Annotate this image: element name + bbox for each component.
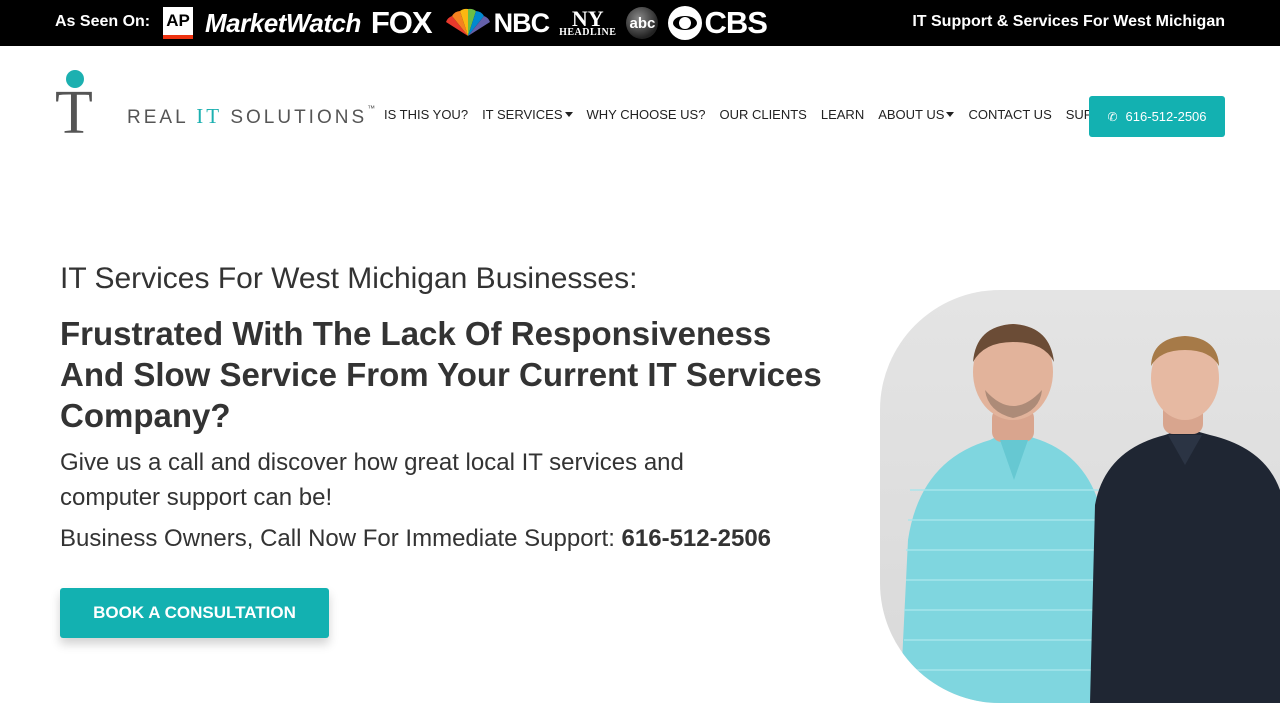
nav-item-why-choose-us[interactable]: WHY CHOOSE US? [587,107,706,122]
logo-t-mark: T [55,79,93,147]
nav-item-is-this-you[interactable]: IS THIS YOU? [384,107,468,122]
nav-item-contact-us[interactable]: CONTACT US [968,107,1051,122]
logo-word-real: REAL [127,107,197,128]
person-right [1090,336,1280,703]
ny-headline-logo: NY HEADLINE [559,5,617,39]
header-phone-label: 616-512-2506 [1125,109,1207,124]
main-nav: IS THIS YOU? IT SERVICES WHY CHOOSE US? … [384,107,1152,122]
site-logo[interactable]: T REAL IT SOLUTIONS™ [55,70,375,147]
media-logos: AP MarketWatch FOX NBC NY HEADLINE abc C… [163,4,777,42]
nbc-peacock-icon [445,8,490,36]
nav-item-learn[interactable]: LEARN [821,107,864,122]
fox-logo: FOX [370,5,433,40]
caret-down-icon [946,112,955,117]
hero-call-prefix: Business Owners, Call Now For Immediate … [60,525,622,552]
hero-title: Frustrated With The Lack Of Responsivene… [60,315,822,434]
abc-logo: abc [626,7,659,39]
cbs-text: CBS [704,5,767,40]
hero-call-phone[interactable]: 616-512-2506 [622,525,771,552]
as-seen-on-label: As Seen On: [55,13,151,30]
cbs-logo: CBS [668,5,768,41]
nav-item-label: OUR CLIENTS [719,107,807,122]
nav-item-it-services[interactable]: IT SERVICES [482,107,573,122]
header-phone-button[interactable]: ✆ 616-512-2506 [1089,96,1225,137]
nav-item-label: WHY CHOOSE US? [586,107,706,122]
logo-word-solutions: SOLUTIONS [222,107,368,128]
phone-icon: ✆ [1107,109,1118,124]
team-photo-illustration [900,324,1280,703]
marketwatch-logo: MarketWatch [205,7,361,38]
person-left [900,324,1118,703]
top-tagline: IT Support & Services For West Michigan [912,13,1225,30]
logo-word-it: IT [196,104,223,128]
nav-item-label: ABOUT US [878,107,945,122]
ny-text: NY [571,5,604,31]
book-consultation-button[interactable]: BOOK A CONSULTATION [60,588,329,638]
logo-trademark: ™ [367,104,376,113]
top-bar: As Seen On: AP MarketWatch FOX NBC NY HE… [0,0,1280,46]
headline-text: HEADLINE [559,27,617,39]
nav-item-label: IT SERVICES [482,107,563,122]
hero-kicker: IT Services For West Michigan Businesses… [60,262,638,295]
team-photo [880,290,1280,703]
nav-item-our-clients[interactable]: OUR CLIENTS [719,107,806,122]
nav-item-label: LEARN [820,107,865,122]
cbs-eye-icon [668,6,703,40]
nbc-text: NBC [493,7,550,38]
logo-wordmark: REAL IT SOLUTIONS™ [127,104,375,129]
caret-down-icon [564,112,573,117]
hero-call-line: Business Owners, Call Now For Immediate … [60,525,771,553]
nav-item-about-us[interactable]: ABOUT US [878,107,955,122]
hero-subtitle: Give us a call and discover how great lo… [60,449,684,511]
nbc-logo: NBC [442,8,550,39]
nav-item-label: IS THIS YOU? [384,107,469,122]
nav-item-label: CONTACT US [968,107,1052,122]
ap-logo: AP [163,7,193,39]
